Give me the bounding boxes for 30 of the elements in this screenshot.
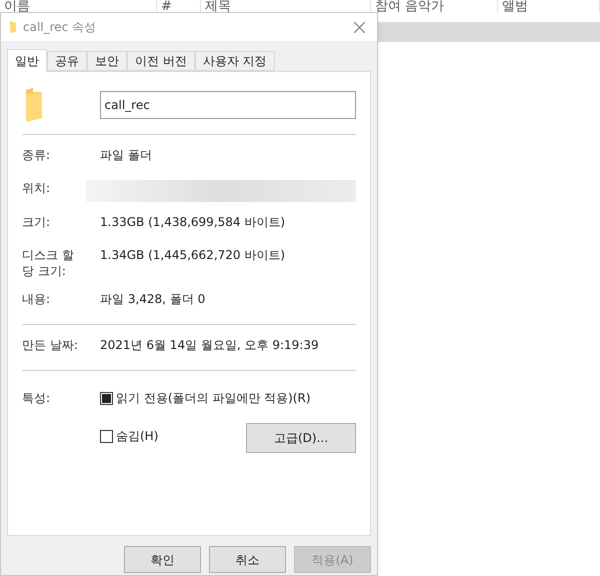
field-label: 내용: [22,291,52,307]
field-value: 2021년 6월 14일 월요일, 오후 9:19:39 [100,337,319,353]
dialog-button[interactable]: 확인 [124,546,201,573]
field-label: 종류: [22,147,52,163]
advanced-button[interactable]: 고급(D)... [246,423,356,453]
tab[interactable]: 사용자 지정 [194,51,275,71]
checkbox[interactable] [100,430,113,442]
field-value: 파일 3,428, 폴더 0 [100,291,206,307]
field-value: 1.33GB (1,438,699,584 바이트) [100,214,286,230]
close-icon[interactable] [354,22,365,32]
checkbox[interactable] [100,392,113,404]
checkbox-label: 읽기 전용(폴더의 파일에만 적용)(R) [116,390,311,407]
folder-icon [24,87,44,123]
field-label: 위치: [22,180,52,196]
field-label: 특성: [22,390,52,407]
field-value: 1.34GB (1,445,662,720 바이트) [100,247,286,263]
dialog-button[interactable]: 취소 [209,546,286,573]
tab[interactable]: 일반 [7,49,47,72]
tab[interactable]: 이전 버전 [127,51,195,71]
checkbox-label: 숨김(H) [116,428,158,445]
field-label: 만든 날짜: [22,337,79,353]
field-value: 파일 폴더 [100,147,152,163]
column-header[interactable]: 앨범 [498,0,600,14]
field-label: 크기: [22,214,52,230]
tab[interactable]: 공유 [47,51,87,71]
folder-icon [9,21,17,33]
name-field[interactable]: call_rec [100,91,356,119]
tab[interactable]: 보안 [87,51,127,71]
field-label: 디스크 할 당 크기: [22,247,75,279]
window-title: call_rec 속성 [23,19,96,36]
